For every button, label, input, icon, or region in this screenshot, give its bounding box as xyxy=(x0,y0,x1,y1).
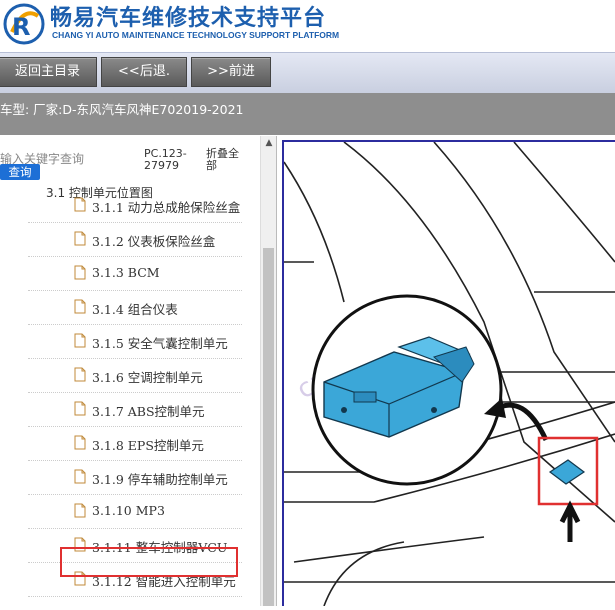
diagram-pane: car388.com xyxy=(277,136,615,607)
tree-item-label: 3.1.7 ABS控制单元 xyxy=(92,404,205,419)
document-icon xyxy=(74,503,86,518)
document-icon xyxy=(74,435,86,450)
tree-item-label: 3.1.8 EPS控制单元 xyxy=(92,438,204,453)
site-title: 畅易汽车维修技术支持平台 xyxy=(50,6,327,31)
cy-logo-icon: R xyxy=(3,3,45,45)
tree-item[interactable]: 3.1.7 ABS控制单元 xyxy=(28,393,242,427)
document-icon xyxy=(74,231,86,246)
tree-item-label: 3.1.6 空调控制单元 xyxy=(92,370,203,385)
tree-item[interactable]: 3.1.10 MP3 xyxy=(28,495,242,529)
car-info-bar: 车型: 厂家:D-东风汽车风神E702019-2021 xyxy=(0,93,615,135)
document-icon xyxy=(74,367,86,382)
document-icon xyxy=(74,197,86,212)
tree-scrollbar[interactable]: ▲ xyxy=(260,136,276,606)
tree-item[interactable]: 3.1.4 组合仪表 xyxy=(28,291,242,325)
site-subtitle: CHANG YI AUTO MAINTENANCE TECHNOLOGY SUP… xyxy=(52,30,340,40)
header: R 畅易汽车维修技术支持平台 CHANG YI AUTO MAINTENANCE… xyxy=(0,0,615,52)
tree-item-label: 3.1.9 停车辅助控制单元 xyxy=(92,472,228,487)
tree-item[interactable]: 3.1.2 仪表板保险丝盒 xyxy=(28,223,242,257)
search-button[interactable]: 查询 xyxy=(0,164,40,180)
pc-code: PC.123-27979 xyxy=(144,147,187,172)
document-icon xyxy=(74,265,86,280)
tree-item[interactable]: 3.1.1 动力总成舱保险丝盒 xyxy=(28,189,242,223)
car-model-label: 车型: 厂家:D-东风汽车风神E702019-2021 xyxy=(0,102,244,117)
tree-item-label: 3.1.4 组合仪表 xyxy=(92,302,178,317)
forward-button[interactable]: >>前进 xyxy=(191,57,271,87)
document-icon xyxy=(74,469,86,484)
tree-item-label: 3.1.5 安全气囊控制单元 xyxy=(92,336,228,351)
document-icon xyxy=(74,299,86,314)
tree-item[interactable]: 3.1.9 停车辅助控制单元 xyxy=(28,461,242,495)
collapse-all-link[interactable]: 折叠全部 xyxy=(206,148,246,172)
scroll-thumb[interactable] xyxy=(263,248,274,606)
svg-text:R: R xyxy=(12,13,30,41)
tree-item[interactable]: 3.1.6 空调控制单元 xyxy=(28,359,242,393)
document-icon xyxy=(74,401,86,416)
tree-item[interactable]: 3.1.5 安全气囊控制单元 xyxy=(28,325,242,359)
vcu-location-icon xyxy=(548,459,586,485)
tree-item-label: 3.1.10 MP3 xyxy=(92,503,165,518)
tree-item-label: 3.1.1 动力总成舱保险丝盒 xyxy=(92,200,241,215)
nav-toolbar: 返回主目录 <<后退. >>前进 xyxy=(0,52,615,94)
tree-list: 3.1 控制单元位置图 3.1.1 动力总成舱保险丝盒 3.1.2 仪表板保险丝盒… xyxy=(0,186,260,606)
back-button[interactable]: <<后退. xyxy=(101,57,187,87)
up-arrow-icon xyxy=(559,500,581,542)
diagram-frame: car388.com xyxy=(282,140,615,607)
tree-item-label: 3.1.2 仪表板保险丝盒 xyxy=(92,234,216,249)
tree-item-label: 3.1.3 BCM xyxy=(92,265,160,280)
selected-item-highlight xyxy=(60,547,238,577)
scroll-up-arrow-icon[interactable]: ▲ xyxy=(261,138,276,152)
vcu-location-diagram: car388.com xyxy=(283,141,615,607)
tree-item[interactable]: 3.1.3 BCM xyxy=(28,257,242,291)
document-icon xyxy=(74,333,86,348)
tree-pane: 输入关键字查询 查询 PC.123-27979 折叠全部 3.1 控制单元位置图… xyxy=(0,136,277,606)
tree-item[interactable]: 3.1.8 EPS控制单元 xyxy=(28,427,242,461)
home-button[interactable]: 返回主目录 xyxy=(0,57,97,87)
